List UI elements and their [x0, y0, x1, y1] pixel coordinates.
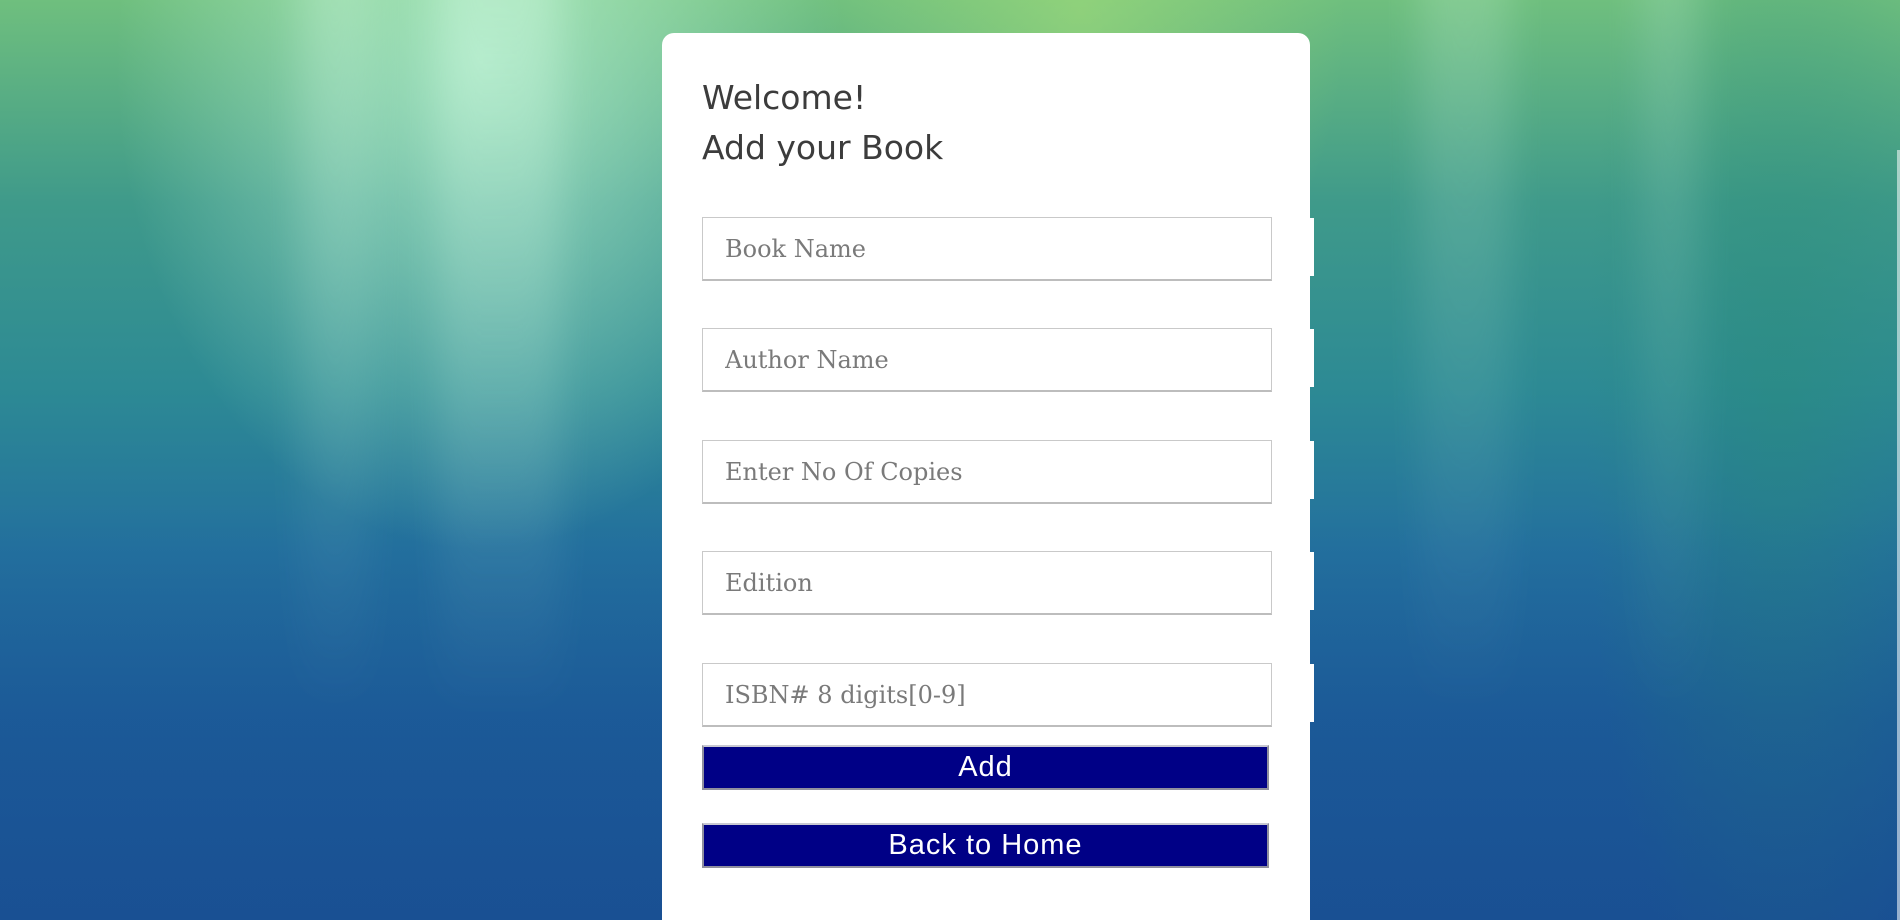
add-book-heading: Add your Book: [702, 128, 944, 167]
background-light-streak: [1420, 0, 1510, 720]
book-name-input[interactable]: [702, 217, 1272, 281]
add-button[interactable]: Add: [702, 745, 1269, 790]
background-light-streak: [1640, 0, 1700, 720]
background-light-streak: [440, 0, 560, 720]
edition-input[interactable]: [702, 551, 1272, 615]
back-to-home-button[interactable]: Back to Home: [702, 823, 1269, 868]
background-light-streak: [300, 0, 370, 720]
page-title: Welcome! Add your Book: [702, 73, 943, 173]
welcome-heading: Welcome!: [702, 78, 867, 117]
author-name-input[interactable]: [702, 328, 1272, 392]
add-book-card: Welcome! Add your Book Add Back to Home: [662, 33, 1310, 920]
isbn-input[interactable]: [702, 663, 1272, 727]
copies-input[interactable]: [702, 440, 1272, 504]
